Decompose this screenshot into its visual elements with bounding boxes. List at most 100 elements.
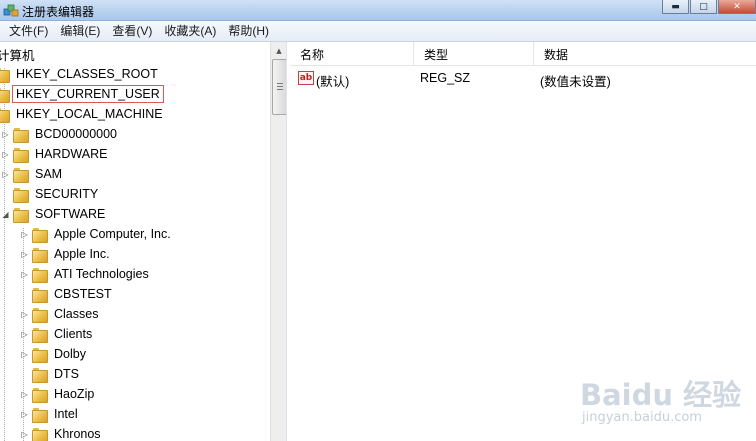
- watermark-brand: Baidu 经验: [580, 378, 742, 412]
- tree-node-cbstest[interactable]: CBSTEST: [20, 284, 115, 304]
- tree-node-haozip[interactable]: ▷ HaoZip: [20, 384, 97, 404]
- tree-node-apple-computer[interactable]: ▷ Apple Computer, Inc.: [20, 224, 174, 244]
- folder-icon: [32, 227, 48, 243]
- thumb-grip-line: [277, 83, 283, 84]
- values-column-header: 名称 类型 数据: [290, 42, 756, 66]
- expand-arrow-icon[interactable]: ▷: [20, 330, 29, 339]
- tree-node-software[interactable]: ◢ SOFTWARE: [1, 204, 108, 224]
- column-header-name[interactable]: 名称: [290, 42, 414, 66]
- menu-help[interactable]: 帮助(H): [222, 22, 275, 41]
- expand-arrow-icon[interactable]: ▷: [1, 150, 10, 159]
- folder-icon: [0, 107, 10, 123]
- tree-node-hkcu[interactable]: HKEY_CURRENT_USER: [0, 84, 164, 104]
- value-row[interactable]: ab (默认) REG_SZ (数值未设置): [290, 68, 756, 89]
- folder-icon: [32, 427, 48, 441]
- tree-node-label: HKEY_CLASSES_ROOT: [16, 67, 158, 81]
- tree-node-label: DTS: [54, 367, 79, 381]
- menu-bar: 文件(F) 编辑(E) 查看(V) 收藏夹(A) 帮助(H): [0, 21, 756, 42]
- minimize-button[interactable]: ▬: [662, 0, 689, 14]
- tree-node-label: Khronos: [54, 427, 101, 441]
- tree-node-ati[interactable]: ▷ ATI Technologies: [20, 264, 152, 284]
- folder-icon: [32, 367, 48, 383]
- tree-node-label: HaoZip: [54, 387, 95, 401]
- value-name: (默认): [316, 75, 350, 89]
- tree-node-hklm[interactable]: HKEY_LOCAL_MACHINE: [0, 104, 166, 124]
- scrollbar-thumb[interactable]: [272, 59, 286, 115]
- tree-scrollbar[interactable]: ▲: [270, 42, 286, 441]
- scroll-up-arrow-icon[interactable]: ▲: [271, 42, 286, 59]
- expand-arrow-icon[interactable]: ▷: [20, 430, 29, 439]
- tree-node-bcd[interactable]: ▷ BCD00000000: [1, 124, 120, 144]
- menu-file[interactable]: 文件(F): [3, 22, 54, 41]
- tree-node-label: Intel: [54, 407, 78, 421]
- close-button[interactable]: ✕: [718, 0, 756, 14]
- tree-node-khronos[interactable]: ▷ Khronos: [20, 424, 104, 441]
- expand-arrow-icon[interactable]: ▷: [1, 130, 10, 139]
- tree-node-label: SECURITY: [35, 187, 99, 201]
- folder-icon: [13, 127, 29, 143]
- tree-node-label: HARDWARE: [35, 147, 108, 161]
- collapse-arrow-icon[interactable]: ◢: [1, 210, 10, 219]
- tree-node-hkcr[interactable]: HKEY_CLASSES_ROOT: [0, 64, 161, 84]
- menu-edit[interactable]: 编辑(E): [54, 22, 106, 41]
- expand-arrow-icon[interactable]: ▷: [20, 390, 29, 399]
- menu-view[interactable]: 查看(V): [106, 22, 158, 41]
- expand-arrow-icon[interactable]: ▷: [20, 410, 29, 419]
- baidu-jingyan-watermark: Baidu 经验 jingyan.baidu.com: [576, 372, 746, 434]
- string-value-icon: ab: [298, 71, 314, 85]
- expand-arrow-icon[interactable]: ▷: [20, 250, 29, 259]
- folder-icon: [32, 287, 48, 303]
- folder-icon: [32, 347, 48, 363]
- tree-node-label: BCD00000000: [35, 127, 118, 141]
- menu-favorites[interactable]: 收藏夹(A): [158, 22, 222, 41]
- folder-icon: [0, 87, 10, 103]
- folder-icon: [13, 167, 29, 183]
- folder-icon: [32, 247, 48, 263]
- expand-arrow-icon[interactable]: ▷: [20, 310, 29, 319]
- thumb-grip-line: [277, 86, 283, 87]
- folder-icon: [32, 407, 48, 423]
- title-bar: 注册表编辑器 ▬ □ ✕: [0, 0, 756, 21]
- thumb-grip-line: [277, 89, 283, 90]
- registry-tree-pane: 计算机 HKEY_CLASSES_ROOT HKEY_CURRENT_USER …: [0, 42, 287, 441]
- tree-node-label: Clients: [54, 327, 93, 341]
- tree-node-label: HKEY_CURRENT_USER: [12, 85, 164, 103]
- tree-node-label: Dolby: [54, 347, 86, 361]
- folder-icon: [32, 267, 48, 283]
- tree-node-label: Apple Inc.: [54, 247, 110, 261]
- column-header-type[interactable]: 类型: [414, 42, 534, 66]
- folder-icon: [0, 67, 10, 83]
- tree-node-label: HKEY_LOCAL_MACHINE: [16, 107, 163, 121]
- column-header-data[interactable]: 数据: [534, 42, 756, 66]
- folder-icon: [32, 327, 48, 343]
- tree-node-label: Apple Computer, Inc.: [54, 227, 171, 241]
- value-data: (数值未设置): [540, 75, 611, 89]
- tree-root-computer[interactable]: 计算机: [0, 44, 38, 64]
- tree-node-label: ATI Technologies: [54, 267, 149, 281]
- tree-node-apple-inc[interactable]: ▷ Apple Inc.: [20, 244, 113, 264]
- tree-node-intel[interactable]: ▷ Intel: [20, 404, 81, 424]
- tree-node-hardware[interactable]: ▷ HARDWARE: [1, 144, 110, 164]
- tree-node-classes[interactable]: ▷ Classes: [20, 304, 101, 324]
- folder-icon: [32, 307, 48, 323]
- folder-icon: [13, 147, 29, 163]
- tree-node-clients[interactable]: ▷ Clients: [20, 324, 95, 344]
- expand-arrow-icon[interactable]: ▷: [1, 170, 10, 179]
- folder-open-icon: [13, 207, 29, 223]
- registry-tree: 计算机 HKEY_CLASSES_ROOT HKEY_CURRENT_USER …: [0, 42, 270, 441]
- tree-node-label: Classes: [54, 307, 99, 321]
- expand-arrow-icon[interactable]: ▷: [20, 270, 29, 279]
- tree-node-security[interactable]: SECURITY: [1, 184, 101, 204]
- folder-icon: [32, 387, 48, 403]
- tree-node-label: SOFTWARE: [35, 207, 106, 221]
- value-type: REG_SZ: [420, 71, 471, 85]
- watermark-url: jingyan.baidu.com: [582, 410, 702, 425]
- tree-node-sam[interactable]: ▷ SAM: [1, 164, 65, 184]
- tree-node-label: SAM: [35, 167, 63, 181]
- maximize-button[interactable]: □: [690, 0, 717, 14]
- folder-icon: [13, 187, 29, 203]
- tree-node-dolby[interactable]: ▷ Dolby: [20, 344, 89, 364]
- expand-arrow-icon[interactable]: ▷: [20, 230, 29, 239]
- expand-arrow-icon[interactable]: ▷: [20, 350, 29, 359]
- tree-node-dts[interactable]: DTS: [20, 364, 82, 384]
